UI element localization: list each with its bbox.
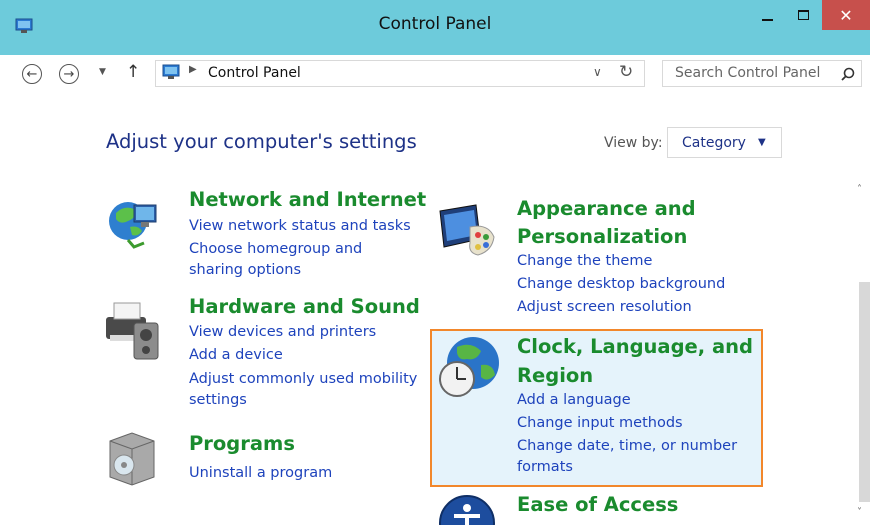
navigation-bar: ← → ▼ ↑ ▶ Control Panel ∨ ↻ Search Contr…: [0, 55, 870, 95]
breadcrumb-chevron-icon[interactable]: ▶: [189, 64, 197, 75]
link-view-network-status[interactable]: View network status and tasks: [189, 216, 411, 237]
link-add-device[interactable]: Add a device: [189, 345, 283, 366]
category-title-hardware[interactable]: Hardware and Sound: [189, 293, 420, 321]
link-sharing-options[interactable]: sharing options: [189, 260, 301, 281]
caret-down-icon: ▼: [758, 137, 766, 148]
clock-globe-icon[interactable]: [437, 333, 503, 409]
minimize-button[interactable]: [750, 0, 784, 30]
link-formats[interactable]: formats: [517, 457, 573, 478]
up-button[interactable]: ↑: [126, 62, 140, 82]
minimize-icon: [761, 19, 773, 21]
view-by-label: View by:: [604, 135, 663, 151]
programs-box-icon[interactable]: [104, 425, 160, 493]
monitor-palette-icon[interactable]: [436, 203, 498, 265]
category-title-appearance-line2[interactable]: Personalization: [517, 223, 687, 251]
page-title: Adjust your computer's settings: [106, 130, 417, 153]
control-panel-small-icon: [162, 64, 180, 84]
scroll-down-icon[interactable]: ˅: [857, 507, 862, 518]
window-title: Control Panel: [378, 14, 492, 34]
maximize-icon: [797, 10, 809, 20]
link-adjust-screen-resolution[interactable]: Adjust screen resolution: [517, 297, 692, 318]
close-icon: ✕: [839, 5, 853, 25]
link-change-input-methods[interactable]: Change input methods: [517, 413, 683, 434]
link-change-theme[interactable]: Change the theme: [517, 251, 652, 272]
recent-locations-button[interactable]: ▼: [99, 67, 106, 77]
search-icon[interactable]: [841, 66, 855, 85]
arrow-up-icon: ↑: [126, 62, 141, 82]
chevron-down-icon: ▼: [99, 67, 106, 77]
breadcrumb[interactable]: Control Panel: [208, 65, 301, 81]
network-globe-icon[interactable]: [104, 195, 162, 257]
search-input[interactable]: Search Control Panel: [662, 60, 862, 87]
link-change-date-time[interactable]: Change date, time, or number: [517, 436, 737, 457]
link-view-devices-printers[interactable]: View devices and printers: [189, 322, 376, 343]
category-title-clock-line2[interactable]: Region: [517, 362, 593, 390]
category-title-network[interactable]: Network and Internet: [189, 186, 426, 214]
address-dropdown-icon[interactable]: ∨: [593, 65, 602, 79]
address-bar[interactable]: ▶ Control Panel ∨ ↻: [155, 60, 645, 87]
link-change-desktop-background[interactable]: Change desktop background: [517, 274, 725, 295]
maximize-button[interactable]: [786, 0, 820, 30]
category-title-appearance-line1[interactable]: Appearance and: [517, 195, 696, 223]
arrow-right-icon: →: [63, 66, 75, 82]
refresh-icon[interactable]: ↻: [619, 62, 633, 82]
printer-speaker-icon[interactable]: [104, 295, 162, 369]
link-uninstall-program[interactable]: Uninstall a program: [189, 463, 332, 484]
vertical-scrollbar[interactable]: ˄ ˅: [855, 182, 870, 525]
category-title-clock-line1[interactable]: Clock, Language, and: [517, 333, 753, 361]
back-button[interactable]: ←: [22, 64, 42, 84]
ease-of-access-icon[interactable]: [438, 494, 496, 529]
scroll-up-icon[interactable]: ˄: [857, 184, 862, 195]
link-mobility-settings[interactable]: settings: [189, 390, 247, 411]
close-button[interactable]: ✕: [822, 0, 870, 30]
category-title-ease-of-access[interactable]: Ease of Access: [517, 491, 678, 519]
scroll-thumb[interactable]: [859, 282, 870, 502]
arrow-left-icon: ←: [26, 66, 38, 82]
title-bar: Control Panel ✕: [0, 0, 870, 55]
link-adjust-mobility[interactable]: Adjust commonly used mobility: [189, 369, 417, 390]
category-title-programs[interactable]: Programs: [189, 430, 295, 458]
view-by-dropdown[interactable]: Category ▼: [667, 127, 782, 158]
view-by-value: Category: [682, 135, 746, 151]
forward-button[interactable]: →: [59, 64, 79, 84]
link-choose-homegroup[interactable]: Choose homegroup and: [189, 239, 362, 260]
link-add-language[interactable]: Add a language: [517, 390, 631, 411]
search-placeholder: Search Control Panel: [675, 65, 821, 81]
